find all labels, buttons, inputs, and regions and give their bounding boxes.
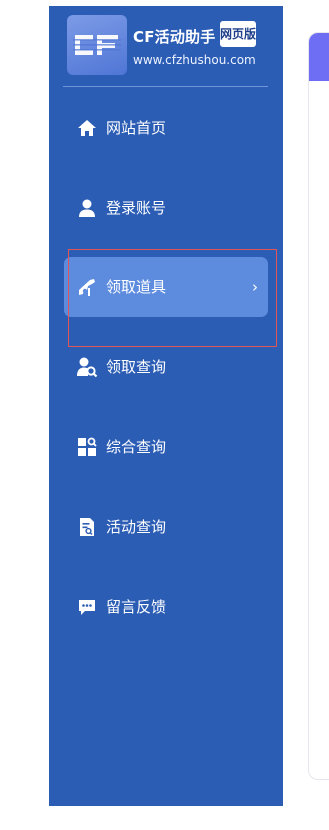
nav-item-login[interactable]: 登录账号 xyxy=(64,178,268,238)
brand-title: CF活动助手 xyxy=(133,28,216,46)
user-search-icon xyxy=(76,356,98,378)
nav-label: 网站首页 xyxy=(106,119,167,137)
nav-label: 留言反馈 xyxy=(106,598,167,616)
nav-item-activity-query[interactable]: 活动查询 xyxy=(64,497,268,557)
user-icon xyxy=(76,197,98,219)
gun-icon xyxy=(76,276,98,298)
nav-label: 领取道具 xyxy=(106,278,167,296)
home-icon xyxy=(76,117,98,139)
brand-url: www.cfzhushou.com xyxy=(133,53,256,67)
nav-item-general-query[interactable]: 综合查询 xyxy=(64,417,268,477)
nav-label: 综合查询 xyxy=(106,438,167,456)
left-gutter xyxy=(0,0,49,830)
document-search-icon xyxy=(76,516,98,538)
brand-badge: 网页版 xyxy=(220,21,256,47)
brand[interactable]: CF活动助手 网页版 www.cfzhushou.com xyxy=(67,15,267,77)
page: CF活动助手 网页版 www.cfzhushou.com 网站首页 登录账号 领… xyxy=(0,0,329,830)
chevron-right-icon: › xyxy=(252,278,258,296)
grid-search-icon xyxy=(76,436,98,458)
nav-item-claim-query[interactable]: 领取查询 xyxy=(64,337,268,397)
content-card xyxy=(308,32,329,780)
cf-logo-icon xyxy=(73,35,121,55)
nav-label: 活动查询 xyxy=(106,518,167,536)
nav-item-home[interactable]: 网站首页 xyxy=(64,98,268,158)
nav-item-claim-items[interactable]: 领取道具 › xyxy=(64,257,268,317)
nav-label: 领取查询 xyxy=(106,358,167,376)
nav-item-feedback[interactable]: 留言反馈 xyxy=(64,577,268,637)
chat-icon xyxy=(76,596,98,618)
content-card-header xyxy=(309,33,329,81)
brand-divider xyxy=(63,86,268,87)
nav-label: 登录账号 xyxy=(106,199,167,217)
brand-logo xyxy=(67,15,127,75)
